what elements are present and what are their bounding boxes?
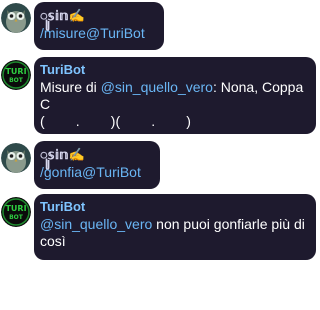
sender-name[interactable]: ꦸ𝕤𝕚𝕟✍	[40, 8, 85, 24]
turibot-logo-icon[interactable]: TURI BOT	[1, 60, 31, 90]
message-bubble: ꦸ𝕤𝕚𝕟✍ /misure@TuriBot	[34, 2, 164, 50]
message-bubble: TuriBot Misure di @sin_quello_vero: Nona…	[34, 57, 316, 134]
svg-text:BOT: BOT	[9, 214, 24, 221]
message-bot-misure: TURI BOT TuriBot Misure di @sin_quello_v…	[0, 56, 320, 136]
message-user-misure: ꦸ𝕤𝕚𝕟✍ /misure@TuriBot	[0, 0, 320, 52]
owl-avatar-icon[interactable]	[1, 143, 31, 173]
message-user-gonfia: ꦸ𝕤𝕚𝕟✍ /gonfia@TuriBot	[0, 140, 320, 190]
bot-command-link[interactable]: /misure@TuriBot	[40, 24, 145, 42]
sender-name[interactable]: TuriBot	[40, 199, 85, 215]
message-text: @sin_quello_vero non puoi gonfiarle più …	[40, 216, 308, 250]
sender-name[interactable]: TuriBot	[40, 62, 85, 78]
user-mention-link[interactable]: @sin_quello_vero	[40, 216, 152, 232]
owl-avatar-icon[interactable]	[1, 3, 31, 33]
message-bubble: TuriBot @sin_quello_vero non puoi gonfia…	[34, 194, 316, 260]
bot-command-link[interactable]: /gonfia@TuriBot	[40, 163, 141, 181]
svg-text:BOT: BOT	[9, 77, 24, 84]
message-text: Misure di @sin_quello_vero: Nona, Coppa …	[40, 79, 308, 113]
message-bubble: ꦸ𝕤𝕚𝕟✍ /gonfia@TuriBot	[34, 141, 160, 189]
svg-text:TURI: TURI	[5, 204, 26, 213]
user-mention-link[interactable]: @sin_quello_vero	[101, 79, 213, 95]
chat-view: ꦸ𝕤𝕚𝕟✍ /misure@TuriBot TURI BOT TuriBot M…	[0, 0, 320, 310]
sender-name[interactable]: ꦸ𝕤𝕚𝕟✍	[40, 147, 85, 163]
message-bot-gonfia: TURI BOT TuriBot @sin_quello_vero non pu…	[0, 193, 320, 263]
message-text-line: ( . )( . )	[40, 113, 191, 129]
svg-text:TURI: TURI	[5, 67, 26, 76]
turibot-logo-icon[interactable]: TURI BOT	[1, 197, 31, 227]
message-text-prefix: Misure di	[40, 79, 101, 95]
